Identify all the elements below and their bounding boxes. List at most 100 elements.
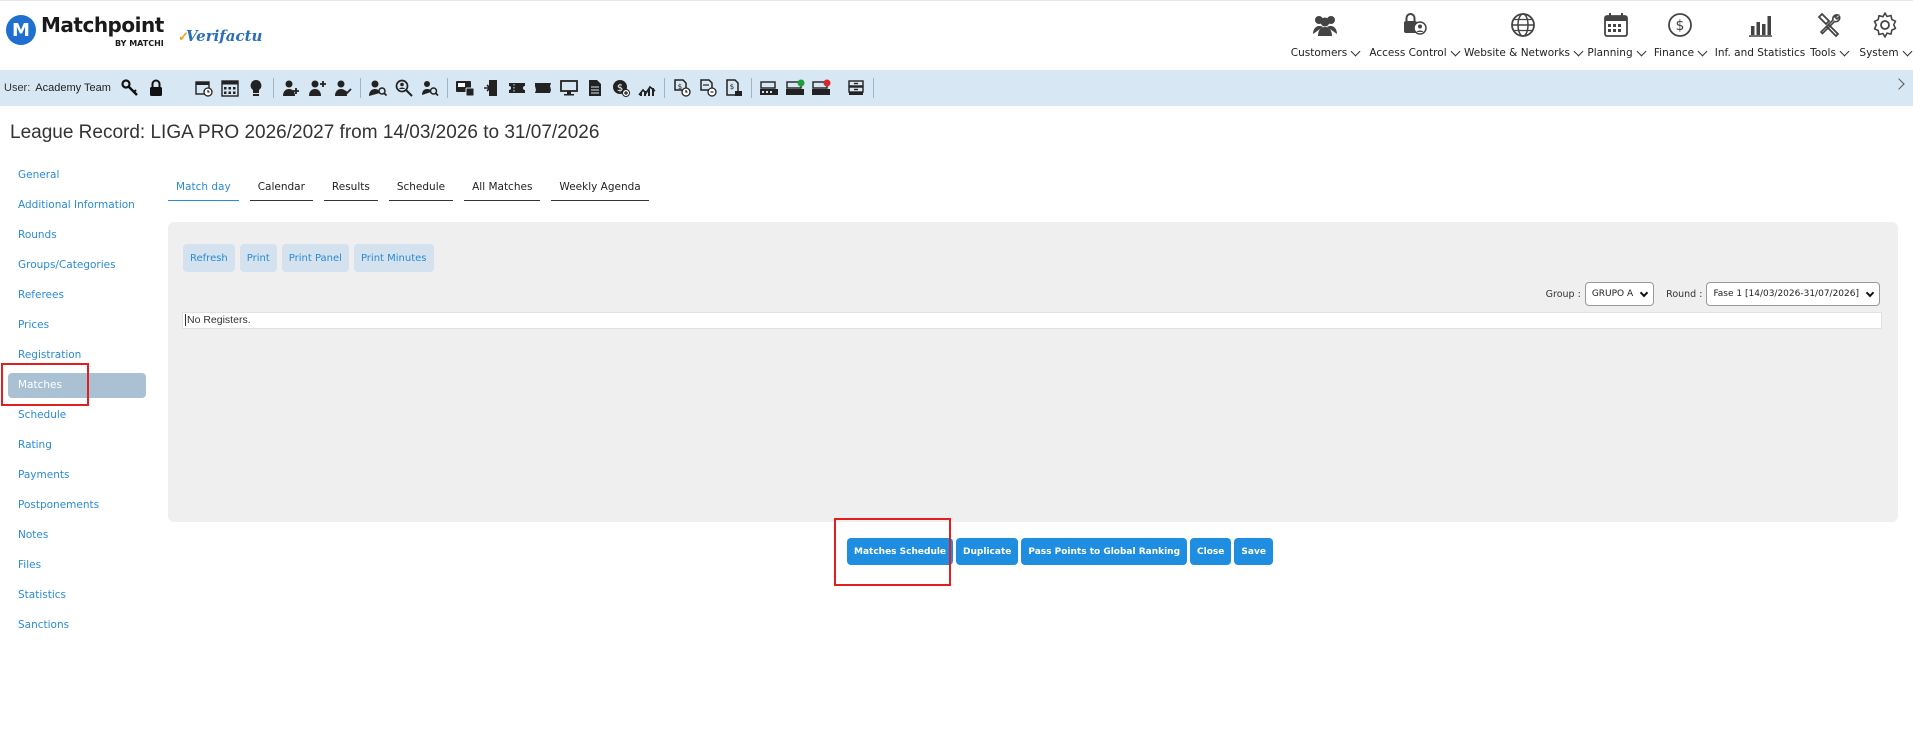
chevron-down-icon	[1350, 46, 1361, 56]
register-close-icon[interactable]	[808, 75, 834, 101]
group-label: Group :	[1545, 288, 1581, 300]
user-search-icon[interactable]	[365, 75, 391, 101]
svg-text:$: $	[730, 83, 734, 91]
sidebar-item-schedule[interactable]: Schedule	[8, 403, 146, 433]
logo-sub: BY MATCHI	[114, 39, 164, 48]
tabs: Match day Calendar Results Schedule All …	[168, 178, 660, 201]
sidebar-item-rating[interactable]: Rating	[8, 433, 146, 463]
nav-customers[interactable]: Customers	[1289, 9, 1361, 65]
save-button[interactable]: Save	[1234, 538, 1273, 565]
sidebar-item-general[interactable]: General	[8, 163, 146, 193]
main-nav: Customers Access Control Website & Netwo…	[1289, 9, 1913, 65]
monitor-icon[interactable]	[556, 75, 582, 101]
tab-results[interactable]: Results	[323, 178, 378, 201]
coin-add-icon[interactable]: $	[608, 75, 634, 101]
chevron-down-icon	[1450, 46, 1461, 56]
results-list: No Registers.	[182, 312, 1882, 329]
round-label: Round :	[1666, 288, 1703, 300]
invoice-clock-icon[interactable]: $	[669, 75, 695, 101]
print-button[interactable]: Print	[239, 244, 277, 272]
nav-tools[interactable]: Tools	[1807, 9, 1851, 65]
close-button[interactable]: Close	[1190, 538, 1232, 565]
action-buttons: Matches Schedule Duplicate Pass Points t…	[847, 538, 1276, 565]
nav-finance[interactable]: $ Finance	[1653, 9, 1708, 65]
user-zoom-icon[interactable]	[417, 75, 443, 101]
sidebar-item-additional-information[interactable]: Additional Information	[8, 193, 146, 223]
sidebar-item-postponements[interactable]: Postponements	[8, 493, 146, 523]
sidebar: General Additional Information Rounds Gr…	[8, 163, 146, 643]
sidebar-item-groups-categories[interactable]: Groups/Categories	[8, 253, 146, 283]
sidebar-item-registration[interactable]: Registration	[8, 343, 146, 373]
round-select[interactable]: Fase 1 [14/03/2026-31/07/2026]	[1706, 282, 1880, 306]
sidebar-item-rounds[interactable]: Rounds	[8, 223, 146, 253]
door-enter-icon[interactable]	[478, 75, 504, 101]
register-icon[interactable]	[756, 75, 782, 101]
sidebar-item-statistics[interactable]: Statistics	[8, 583, 146, 613]
tab-all-matches[interactable]: All Matches	[464, 178, 541, 201]
chevron-down-icon	[1636, 46, 1647, 56]
matches-panel: Refresh Print Print Panel Print Minutes …	[168, 222, 1898, 522]
register-open-icon[interactable]	[782, 75, 808, 101]
sidebar-item-notes[interactable]: Notes	[8, 523, 146, 553]
sidebar-item-payments[interactable]: Payments	[8, 463, 146, 493]
chevron-down-icon	[1902, 46, 1913, 56]
dollar-icon: $	[1665, 11, 1695, 39]
nav-planning[interactable]: Planning	[1587, 9, 1647, 65]
calendar-grid-icon[interactable]	[217, 75, 243, 101]
pos-terminal-icon[interactable]	[452, 75, 478, 101]
nav-website-networks[interactable]: Website & Networks	[1464, 9, 1584, 65]
refresh-button[interactable]: Refresh	[183, 244, 235, 272]
tab-match-day[interactable]: Match day	[168, 178, 239, 201]
customers-icon	[1310, 11, 1340, 39]
chevron-down-icon	[1639, 288, 1649, 297]
tab-schedule[interactable]: Schedule	[388, 178, 454, 201]
nav-access-control[interactable]: Access Control	[1369, 9, 1461, 65]
print-panel-button[interactable]: Print Panel	[281, 244, 349, 272]
sidebar-item-matches[interactable]: Matches	[8, 373, 146, 398]
tab-calendar[interactable]: Calendar	[249, 178, 313, 201]
document-icon[interactable]	[582, 75, 608, 101]
add-user-icon[interactable]	[278, 75, 304, 101]
access-control-icon	[1399, 11, 1429, 39]
lightbulb-icon[interactable]	[243, 75, 269, 101]
ticket-icon[interactable]	[504, 75, 530, 101]
top-header: M Matchpoint BY MATCHI ✓Verifactu Custom…	[0, 0, 1913, 70]
bar-chart-icon	[1745, 11, 1775, 39]
user-label: User:	[4, 82, 31, 94]
group-select[interactable]: GRUPO A	[1584, 282, 1655, 306]
pass-points-button[interactable]: Pass Points to Global Ranking	[1021, 538, 1188, 565]
calendar-clock-icon[interactable]	[191, 75, 217, 101]
sidebar-item-files[interactable]: Files	[8, 553, 146, 583]
logo-name: Matchpoint	[41, 13, 164, 37]
line-chart-icon[interactable]	[634, 75, 660, 101]
matches-schedule-button[interactable]: Matches Schedule	[847, 538, 954, 565]
chevron-down-icon	[1839, 46, 1850, 56]
print-minutes-button[interactable]: Print Minutes	[353, 244, 434, 272]
svg-text:$: $	[1676, 18, 1685, 34]
sidebar-item-prices[interactable]: Prices	[8, 313, 146, 343]
nav-inf-statistics[interactable]: Inf. and Statistics	[1715, 9, 1805, 65]
globe-icon	[1508, 11, 1538, 39]
page-title: League Record: LIGA PRO 2026/2027 from 1…	[10, 122, 600, 143]
invoice-lock-icon[interactable]: $	[721, 75, 747, 101]
tab-weekly-agenda[interactable]: Weekly Agenda	[551, 178, 649, 201]
toolbar: User: Academy Team $ $ $	[0, 70, 1913, 106]
chevron-right-icon[interactable]	[1893, 78, 1905, 90]
nav-system[interactable]: System	[1859, 9, 1913, 65]
sidebar-item-referees[interactable]: Referees	[8, 283, 146, 313]
sidebar-item-sanctions[interactable]: Sanctions	[8, 613, 146, 643]
invoice-pending-icon[interactable]	[695, 75, 721, 101]
lock-icon[interactable]	[143, 75, 169, 101]
empty-message: No Registers.	[187, 314, 251, 326]
voucher-icon[interactable]	[530, 75, 556, 101]
user-check-icon[interactable]	[330, 75, 356, 101]
key-icon[interactable]	[117, 75, 143, 101]
add-users-icon[interactable]	[304, 75, 330, 101]
duplicate-button[interactable]: Duplicate	[956, 538, 1019, 565]
search-user-icon[interactable]	[391, 75, 417, 101]
chevron-down-icon	[1697, 46, 1708, 56]
tools-icon	[1814, 11, 1844, 39]
archive-icon[interactable]	[843, 75, 869, 101]
matchpoint-logo[interactable]: M Matchpoint BY MATCHI	[6, 15, 164, 48]
filters: Group : GRUPO A Round : Fase 1 [14/03/20…	[1546, 282, 1880, 306]
